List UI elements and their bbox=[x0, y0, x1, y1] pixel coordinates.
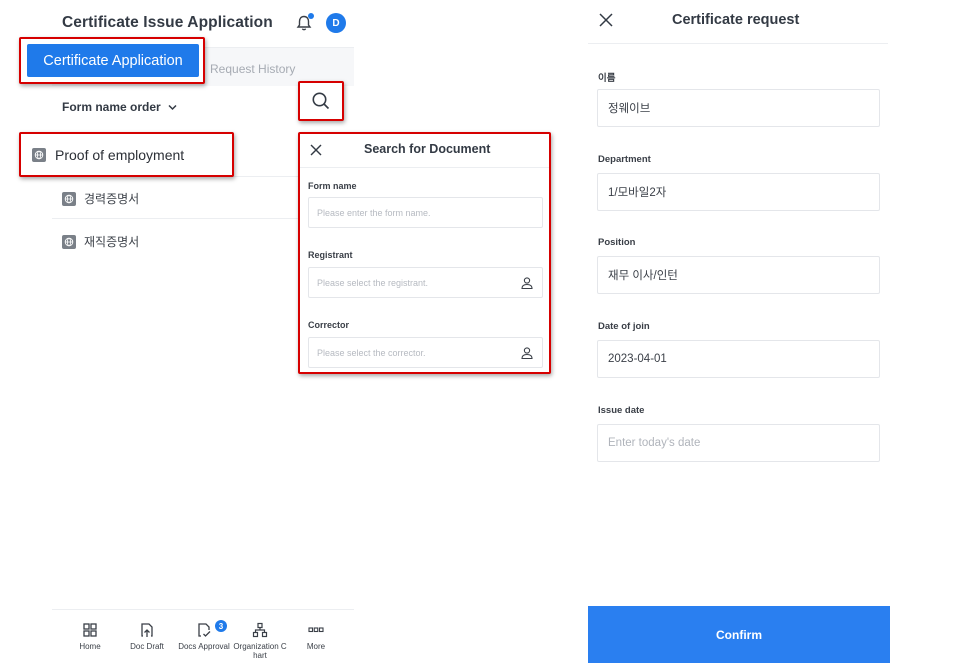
department-label: Department bbox=[598, 154, 651, 165]
nav-doc-draft[interactable]: Doc Draft bbox=[117, 622, 177, 651]
nav-label: More bbox=[306, 642, 326, 651]
corrector-label: Corrector bbox=[308, 320, 350, 330]
nav-more[interactable]: More bbox=[286, 622, 346, 651]
person-icon[interactable] bbox=[520, 346, 534, 360]
org-chart-icon bbox=[252, 622, 268, 638]
form-header-divider bbox=[588, 43, 888, 44]
form-name-label: Form name bbox=[308, 181, 357, 191]
issue-date-label: Issue date bbox=[598, 405, 645, 416]
join-date-label: Date of join bbox=[598, 321, 650, 332]
notification-dot bbox=[308, 13, 314, 19]
form-name-placeholder: Please enter the form name. bbox=[317, 207, 431, 218]
grid-icon bbox=[83, 623, 97, 637]
list-item-label: 경력증명서 bbox=[84, 192, 140, 206]
search-panel: Search for Document Form name Please ent… bbox=[298, 132, 551, 374]
registrant-label: Registrant bbox=[308, 250, 353, 260]
document-upload-icon bbox=[141, 623, 153, 637]
position-value: 재무 이사/인턴 bbox=[608, 270, 678, 282]
join-date-value: 2023-04-01 bbox=[608, 353, 667, 365]
registrant-placeholder: Please select the registrant. bbox=[317, 277, 429, 288]
more-icon bbox=[308, 627, 324, 633]
issue-date-field[interactable]: Enter today's date bbox=[597, 424, 880, 462]
nav-label: Doc Draft bbox=[130, 642, 164, 651]
globe-icon bbox=[62, 234, 76, 249]
nav-label: Docs Approval bbox=[178, 642, 230, 651]
list-item-label: 재직증명서 bbox=[84, 235, 140, 249]
search-icon bbox=[312, 92, 330, 110]
person-icon[interactable] bbox=[520, 276, 534, 290]
nav-label: Home bbox=[79, 642, 101, 651]
position-label: Position bbox=[598, 237, 636, 248]
document-check-icon bbox=[198, 623, 211, 637]
list-item[interactable]: 재직증명서 bbox=[62, 233, 139, 250]
page-title: Certificate Issue Application bbox=[62, 14, 273, 31]
form-title: Certificate request bbox=[672, 12, 800, 28]
name-value: 정웨이브 bbox=[608, 103, 651, 115]
nav-organization-chart[interactable]: Organization C hart bbox=[230, 622, 290, 660]
chevron-down-icon bbox=[168, 104, 177, 110]
globe-icon bbox=[62, 191, 76, 206]
department-field[interactable]: 1/모바일2자 bbox=[597, 173, 880, 211]
close-icon[interactable] bbox=[598, 12, 614, 28]
list-divider bbox=[52, 218, 302, 219]
approval-badge: 3 bbox=[215, 620, 227, 632]
registrant-input[interactable]: Please select the registrant. bbox=[308, 267, 543, 298]
list-item-label: Proof of employment bbox=[55, 146, 185, 163]
list-item[interactable]: Proof of employment bbox=[19, 132, 234, 177]
nav-label: Organization C hart bbox=[233, 642, 287, 660]
confirm-button[interactable]: Confirm bbox=[588, 606, 890, 663]
name-label: 이름 bbox=[598, 73, 616, 84]
corrector-input[interactable]: Please select the corrector. bbox=[308, 337, 543, 368]
name-field[interactable]: 정웨이브 bbox=[597, 89, 880, 127]
department-value: 1/모바일2자 bbox=[608, 187, 667, 199]
search-panel-title: Search for Document bbox=[364, 142, 491, 156]
list-item[interactable]: 경력증명서 bbox=[62, 190, 139, 207]
close-icon[interactable] bbox=[309, 143, 323, 157]
join-date-field[interactable]: 2023-04-01 bbox=[597, 340, 880, 378]
avatar[interactable]: D bbox=[326, 13, 346, 33]
position-field[interactable]: 재무 이사/인턴 bbox=[597, 256, 880, 294]
corrector-placeholder: Please select the corrector. bbox=[317, 347, 426, 358]
sort-dropdown[interactable]: Form name order bbox=[62, 100, 178, 114]
nav-home[interactable]: Home bbox=[60, 622, 120, 651]
bottom-nav-divider bbox=[52, 609, 354, 610]
search-panel-header: Search for Document bbox=[300, 134, 549, 168]
search-button[interactable] bbox=[298, 81, 344, 121]
globe-icon bbox=[32, 147, 46, 162]
tab-certificate-application[interactable]: Certificate Application bbox=[27, 44, 199, 77]
sort-label: Form name order bbox=[62, 100, 161, 114]
issue-date-placeholder: Enter today's date bbox=[608, 437, 701, 449]
tab-request-history[interactable]: Request History bbox=[210, 62, 295, 76]
form-name-input[interactable]: Please enter the form name. bbox=[308, 197, 543, 228]
